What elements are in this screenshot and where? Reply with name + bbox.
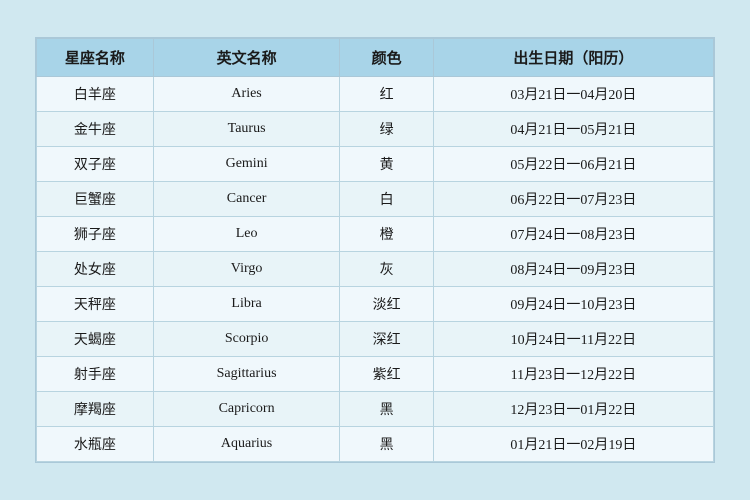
cell-cn: 天蝎座 xyxy=(37,322,154,357)
table-row: 巨蟹座Cancer白06月22日一07月23日 xyxy=(37,182,714,217)
zodiac-table: 星座名称 英文名称 颜色 出生日期（阳历） 白羊座Aries红03月21日一04… xyxy=(36,38,714,462)
cell-date: 12月23日一01月22日 xyxy=(433,392,713,427)
cell-cn: 水瓶座 xyxy=(37,427,154,462)
cell-color: 橙 xyxy=(340,217,433,252)
cell-en: Sagittarius xyxy=(153,357,340,392)
table-header-row: 星座名称 英文名称 颜色 出生日期（阳历） xyxy=(37,39,714,77)
cell-color: 黑 xyxy=(340,392,433,427)
table-row: 射手座Sagittarius紫红11月23日一12月22日 xyxy=(37,357,714,392)
cell-cn: 双子座 xyxy=(37,147,154,182)
table-row: 狮子座Leo橙07月24日一08月23日 xyxy=(37,217,714,252)
header-color: 颜色 xyxy=(340,39,433,77)
cell-en: Aquarius xyxy=(153,427,340,462)
cell-en: Cancer xyxy=(153,182,340,217)
cell-en: Virgo xyxy=(153,252,340,287)
cell-date: 09月24日一10月23日 xyxy=(433,287,713,322)
cell-color: 灰 xyxy=(340,252,433,287)
cell-cn: 狮子座 xyxy=(37,217,154,252)
cell-cn: 摩羯座 xyxy=(37,392,154,427)
cell-date: 10月24日一11月22日 xyxy=(433,322,713,357)
cell-date: 08月24日一09月23日 xyxy=(433,252,713,287)
cell-en: Taurus xyxy=(153,112,340,147)
header-en: 英文名称 xyxy=(153,39,340,77)
table-row: 摩羯座Capricorn黑12月23日一01月22日 xyxy=(37,392,714,427)
table-body: 白羊座Aries红03月21日一04月20日金牛座Taurus绿04月21日一0… xyxy=(37,77,714,462)
cell-cn: 白羊座 xyxy=(37,77,154,112)
cell-color: 淡红 xyxy=(340,287,433,322)
cell-cn: 天秤座 xyxy=(37,287,154,322)
table-row: 天秤座Libra淡红09月24日一10月23日 xyxy=(37,287,714,322)
table-row: 天蝎座Scorpio深红10月24日一11月22日 xyxy=(37,322,714,357)
zodiac-table-container: 星座名称 英文名称 颜色 出生日期（阳历） 白羊座Aries红03月21日一04… xyxy=(35,37,715,463)
cell-cn: 射手座 xyxy=(37,357,154,392)
cell-date: 04月21日一05月21日 xyxy=(433,112,713,147)
cell-en: Leo xyxy=(153,217,340,252)
cell-cn: 处女座 xyxy=(37,252,154,287)
cell-color: 绿 xyxy=(340,112,433,147)
cell-en: Scorpio xyxy=(153,322,340,357)
cell-cn: 金牛座 xyxy=(37,112,154,147)
cell-color: 深红 xyxy=(340,322,433,357)
table-row: 金牛座Taurus绿04月21日一05月21日 xyxy=(37,112,714,147)
cell-en: Gemini xyxy=(153,147,340,182)
table-row: 处女座Virgo灰08月24日一09月23日 xyxy=(37,252,714,287)
cell-en: Capricorn xyxy=(153,392,340,427)
cell-color: 白 xyxy=(340,182,433,217)
cell-color: 紫红 xyxy=(340,357,433,392)
cell-date: 03月21日一04月20日 xyxy=(433,77,713,112)
cell-date: 07月24日一08月23日 xyxy=(433,217,713,252)
header-cn: 星座名称 xyxy=(37,39,154,77)
cell-date: 06月22日一07月23日 xyxy=(433,182,713,217)
cell-color: 黄 xyxy=(340,147,433,182)
cell-en: Libra xyxy=(153,287,340,322)
cell-cn: 巨蟹座 xyxy=(37,182,154,217)
table-row: 白羊座Aries红03月21日一04月20日 xyxy=(37,77,714,112)
cell-color: 黑 xyxy=(340,427,433,462)
table-row: 双子座Gemini黄05月22日一06月21日 xyxy=(37,147,714,182)
cell-date: 11月23日一12月22日 xyxy=(433,357,713,392)
cell-color: 红 xyxy=(340,77,433,112)
table-row: 水瓶座Aquarius黑01月21日一02月19日 xyxy=(37,427,714,462)
header-date: 出生日期（阳历） xyxy=(433,39,713,77)
cell-date: 05月22日一06月21日 xyxy=(433,147,713,182)
cell-en: Aries xyxy=(153,77,340,112)
cell-date: 01月21日一02月19日 xyxy=(433,427,713,462)
